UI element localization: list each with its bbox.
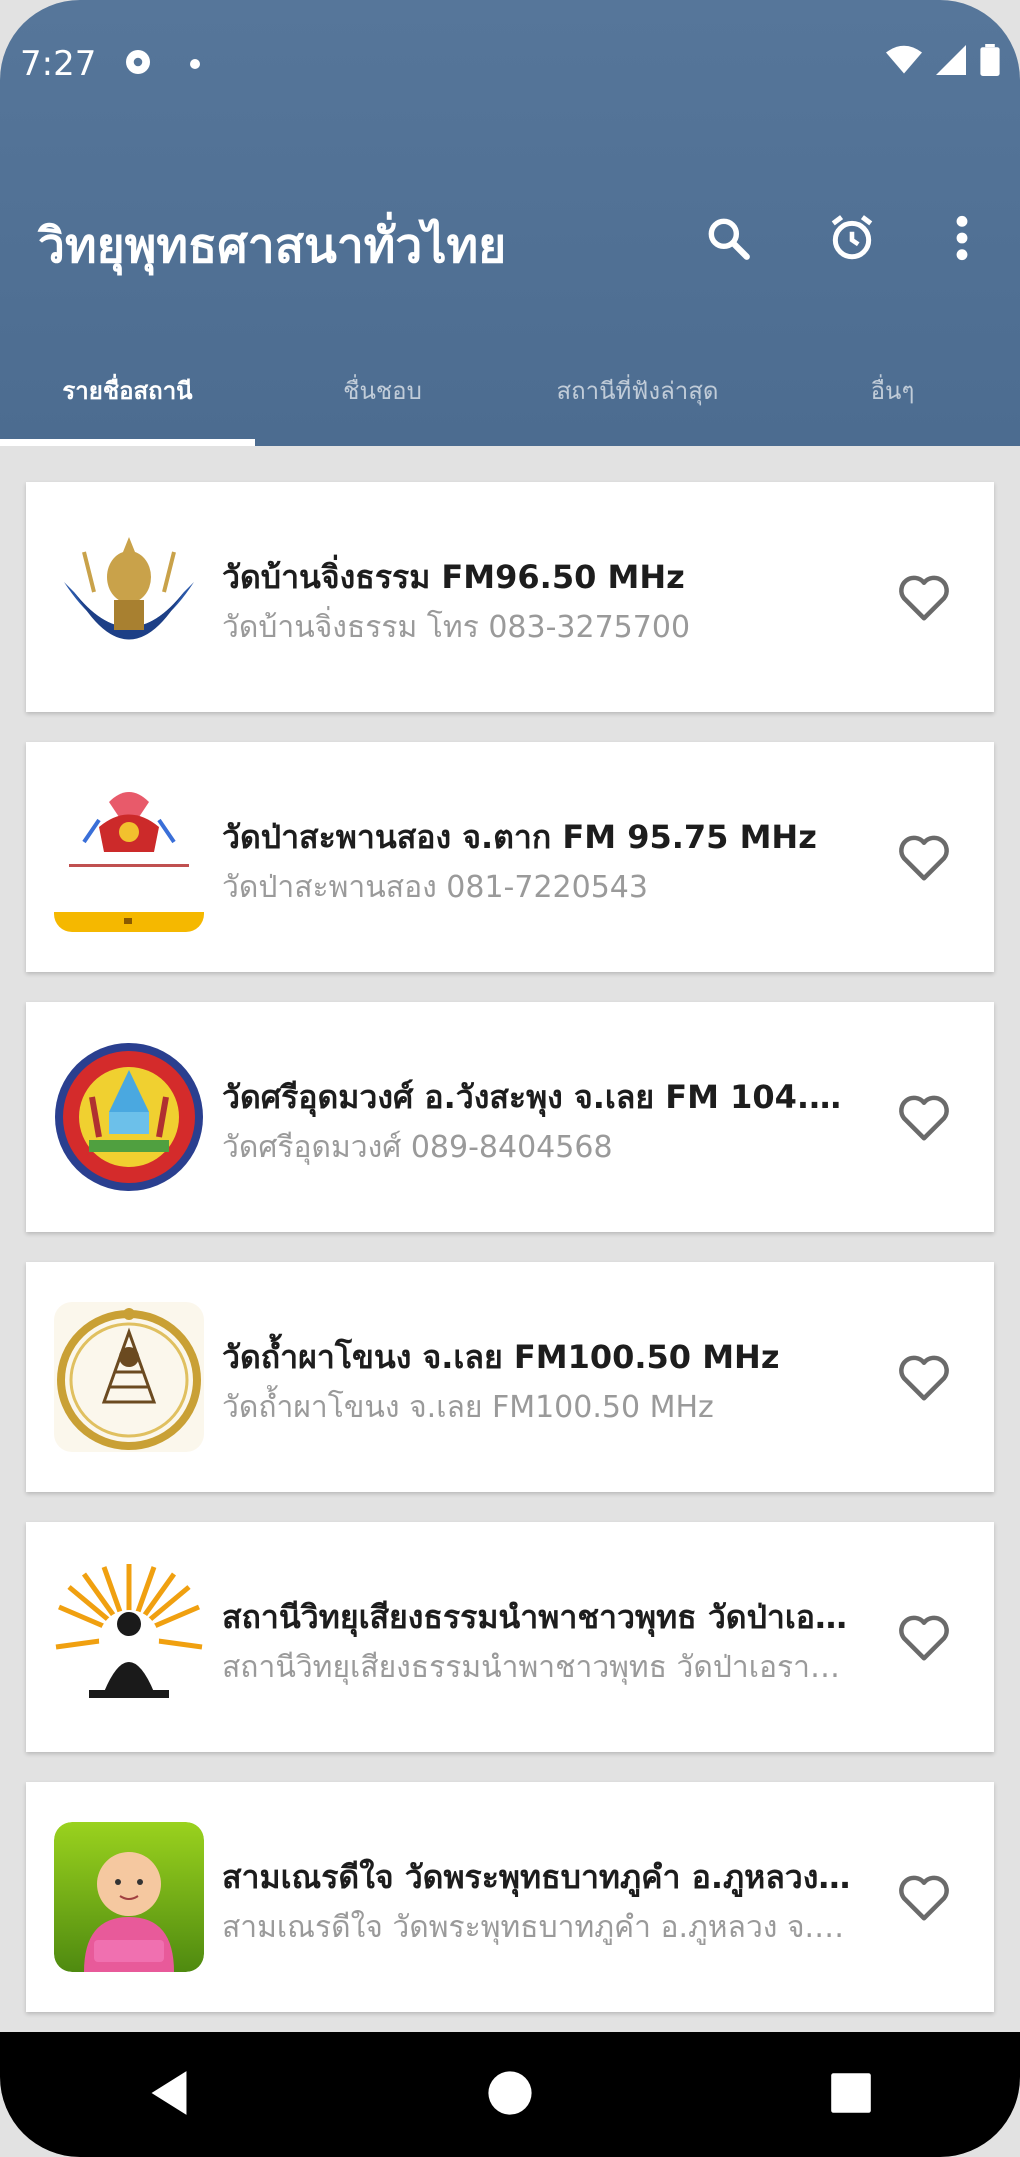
phone-screen: 7:27 วิทยุพุทธศาสนาทั่วไทย รายชื่อสถานี … <box>0 0 1020 2157</box>
toolbar: วิทยุพุทธศาสนาทั่วไทย <box>0 190 1020 280</box>
status-icons <box>886 44 1000 80</box>
station-subtitle: วัดศรีอุดมวงศ์ 089-8404568 <box>222 1130 613 1165</box>
station-subtitle: วัดถ้ำผาโขนง จ.เลย FM100.50 MHz <box>222 1390 714 1425</box>
station-card[interactable]: วัดถ้ำผาโขนง จ.เลย FM100.50 MHz วัดถ้ำผา… <box>26 1262 994 1492</box>
tab-indicator <box>0 439 255 446</box>
station-logo <box>54 522 204 672</box>
station-card[interactable]: สถานีวิทยุเสียงธรรมนำพาชาวพุทธ วัดป่าเอร… <box>26 1522 994 1752</box>
station-logo <box>54 782 204 932</box>
heart-outline-icon[interactable] <box>894 1867 954 1927</box>
station-logo <box>54 1302 204 1452</box>
station-card[interactable]: วัดป่าสะพานสอง จ.ตาก FM 95.75 MHz วัดป่า… <box>26 742 994 972</box>
station-name: วัดศรีอุดมวงศ์ อ.วังสะพุง จ.เลย FM 104.5… <box>222 1078 852 1116</box>
status-bar: 7:27 <box>0 0 1020 130</box>
station-name: สถานีวิทยุเสียงธรรมนำพาชาวพุทธ วัดป่าเอร… <box>222 1598 852 1636</box>
station-subtitle: วัดบ้านจิ่งธรรม โทร 083-3275700 <box>222 610 691 645</box>
status-time: 7:27 <box>20 44 97 84</box>
battery-icon <box>980 44 1000 80</box>
tab-favorites[interactable]: ชื่นชอบ <box>255 340 510 440</box>
station-card[interactable]: วัดบ้านจิ่งธรรม FM96.50 MHz วัดบ้านจิ่งธ… <box>26 482 994 712</box>
station-subtitle: สามเณรดีใจ วัดพระพุทธบาทภูคำ อ.ภูหลวง จ.… <box>222 1910 852 1945</box>
heart-outline-icon[interactable] <box>894 1347 954 1407</box>
heart-outline-icon[interactable] <box>894 827 954 887</box>
alarm-clock-icon[interactable] <box>824 210 880 266</box>
heart-outline-icon[interactable] <box>894 1087 954 1147</box>
tab-bar: รายชื่อสถานี ชื่นชอบ สถานีที่ฟังล่าสุด อ… <box>0 340 1020 446</box>
station-list: วัดบ้านจิ่งธรรม FM96.50 MHz วัดบ้านจิ่งธ… <box>0 446 1020 2040</box>
recents-icon[interactable] <box>829 2071 873 2119</box>
station-name: สามเณรดีใจ วัดพระพุทธบาทภูคำ อ.ภูหลวง จ.… <box>222 1858 852 1896</box>
heart-outline-icon[interactable] <box>894 567 954 627</box>
station-card[interactable]: สามเณรดีใจ วัดพระพุทธบาทภูคำ อ.ภูหลวง จ.… <box>26 1782 994 2012</box>
station-logo <box>54 1042 204 1192</box>
station-card[interactable]: วัดศรีอุดมวงศ์ อ.วังสะพุง จ.เลย FM 104.5… <box>26 1002 994 1232</box>
station-subtitle: สถานีวิทยุเสียงธรรมนำพาชาวพุทธ วัดป่าเอร… <box>222 1650 852 1685</box>
search-icon[interactable] <box>700 210 756 266</box>
notification-dot-icon <box>188 56 202 75</box>
heart-outline-icon[interactable] <box>894 1607 954 1667</box>
app-bar: 7:27 วิทยุพุทธศาสนาทั่วไทย รายชื่อสถานี … <box>0 0 1020 446</box>
tab-recent[interactable]: สถานีที่ฟังล่าสุด <box>510 340 765 440</box>
back-icon[interactable] <box>147 2069 191 2121</box>
station-name: วัดบ้านจิ่งธรรม FM96.50 MHz <box>222 558 685 596</box>
system-nav-bar <box>0 2032 1020 2157</box>
home-icon[interactable] <box>486 2069 534 2121</box>
station-name: วัดถ้ำผาโขนง จ.เลย FM100.50 MHz <box>222 1338 780 1376</box>
more-vert-icon[interactable] <box>934 210 990 266</box>
station-name: วัดป่าสะพานสอง จ.ตาก FM 95.75 MHz <box>222 818 817 856</box>
station-logo <box>54 1562 204 1712</box>
settings-gear-icon <box>122 46 154 82</box>
station-logo <box>54 1822 204 1972</box>
station-subtitle: วัดป่าสะพานสอง 081-7220543 <box>222 870 648 905</box>
tab-station-list[interactable]: รายชื่อสถานี <box>0 340 255 440</box>
app-title: วิทยุพุทธศาสนาทั่วไทย <box>38 218 507 274</box>
wifi-icon <box>886 45 922 79</box>
tab-other[interactable]: อื่นๆ <box>765 340 1020 440</box>
signal-icon <box>936 45 966 79</box>
